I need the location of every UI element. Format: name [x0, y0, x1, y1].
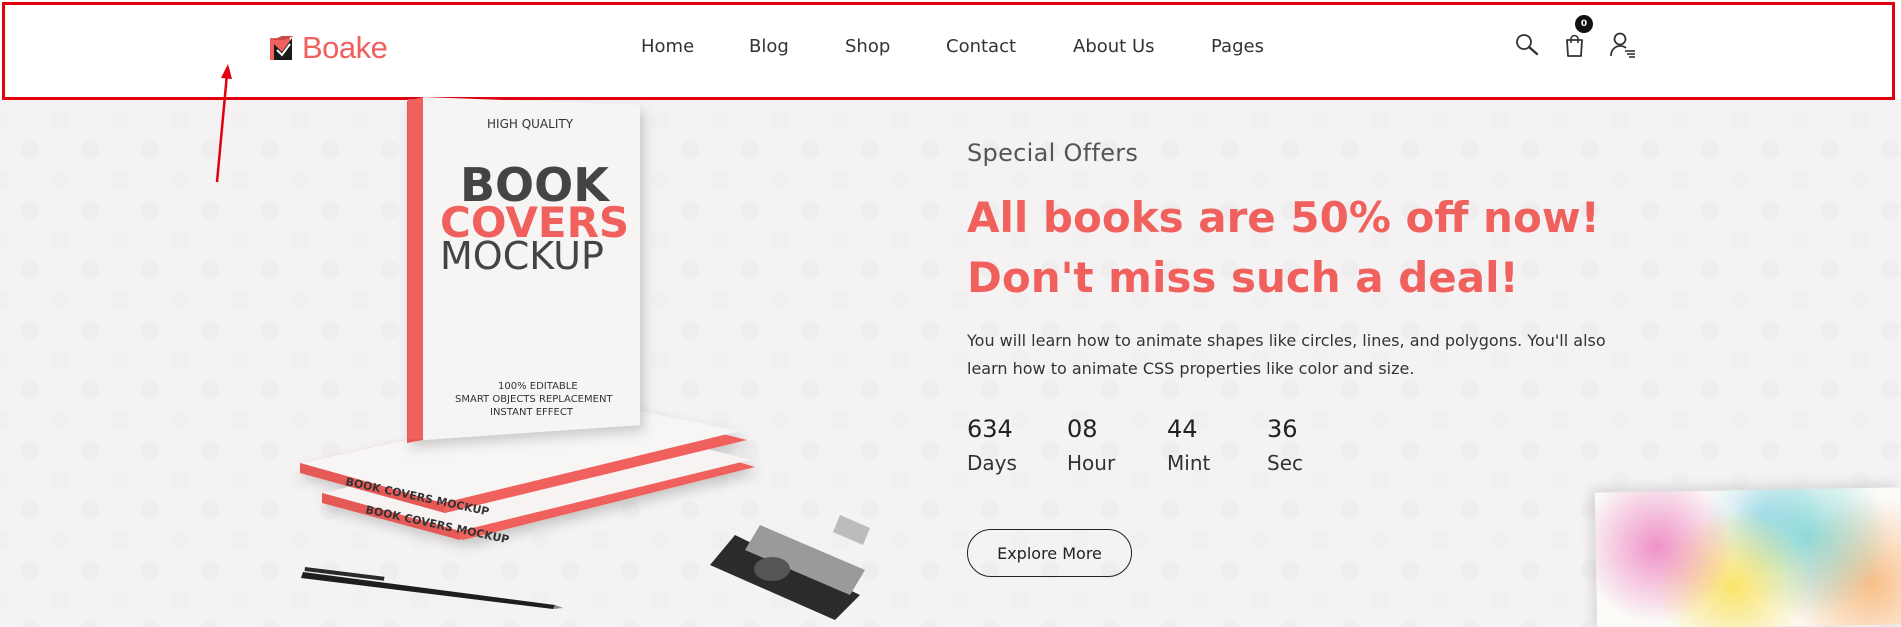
search-button[interactable] — [1512, 30, 1542, 60]
account-button[interactable] — [1608, 30, 1638, 60]
nav-contact[interactable]: Contact — [946, 36, 1016, 57]
search-icon — [1516, 34, 1539, 56]
hero-subtitle: Special Offers — [967, 139, 1139, 167]
countdown-hours-label: Hour — [1067, 451, 1116, 475]
pen-image — [301, 567, 563, 609]
countdown-days: 634 Days — [967, 415, 1057, 475]
book-bottom-line3: INSTANT EFFECT — [490, 407, 574, 418]
cart-button[interactable] — [1560, 30, 1590, 60]
countdown-hours-value: 08 — [1067, 415, 1098, 443]
user-account-icon — [1610, 32, 1635, 58]
hero-description: You will learn how to animate shapes lik… — [967, 331, 1606, 378]
book-top-label: HIGH QUALITY — [487, 117, 574, 131]
book-bottom-line2: SMART OBJECTS REPLACEMENT — [455, 394, 613, 405]
book-title-line3: MOCKUP — [440, 234, 604, 278]
nav-blog[interactable]: Blog — [749, 36, 789, 57]
site-header: Boake Home Blog Shop Contact About Us Pa… — [0, 0, 1901, 100]
explore-more-button[interactable]: Explore More — [967, 529, 1132, 577]
countdown-minutes: 44 Mint — [1167, 415, 1257, 475]
cart-count-badge: 0 — [1575, 15, 1593, 33]
countdown-days-value: 634 — [967, 415, 1013, 443]
hero-headline: All books are 50% off now! Don't miss su… — [967, 193, 1600, 302]
nav-pages[interactable]: Pages — [1211, 36, 1264, 57]
nav-home[interactable]: Home — [641, 36, 694, 57]
countdown-days-label: Days — [967, 451, 1017, 475]
annotation-arrow-icon — [215, 64, 232, 183]
cart-icon — [1566, 34, 1583, 57]
countdown-minutes-label: Mint — [1167, 451, 1211, 475]
countdown-seconds-value: 36 — [1267, 415, 1298, 443]
nav-shop[interactable]: Shop — [845, 36, 890, 57]
watercolor-book-image — [1594, 487, 1901, 627]
countdown-hours: 08 Hour — [1067, 415, 1157, 475]
book-bottom-line1: 100% EDITABLE — [498, 381, 578, 392]
hero-book-mockup-image: BOOK COVERS MOCKUP BOOK COVERS MOCKUP HI… — [300, 97, 870, 620]
countdown-seconds-label: Sec — [1267, 451, 1303, 475]
countdown-minutes-value: 44 — [1167, 415, 1198, 443]
nav-about-us[interactable]: About Us — [1073, 36, 1155, 57]
usb-drive-image — [710, 515, 870, 620]
countdown-seconds: 36 Sec — [1267, 415, 1357, 475]
